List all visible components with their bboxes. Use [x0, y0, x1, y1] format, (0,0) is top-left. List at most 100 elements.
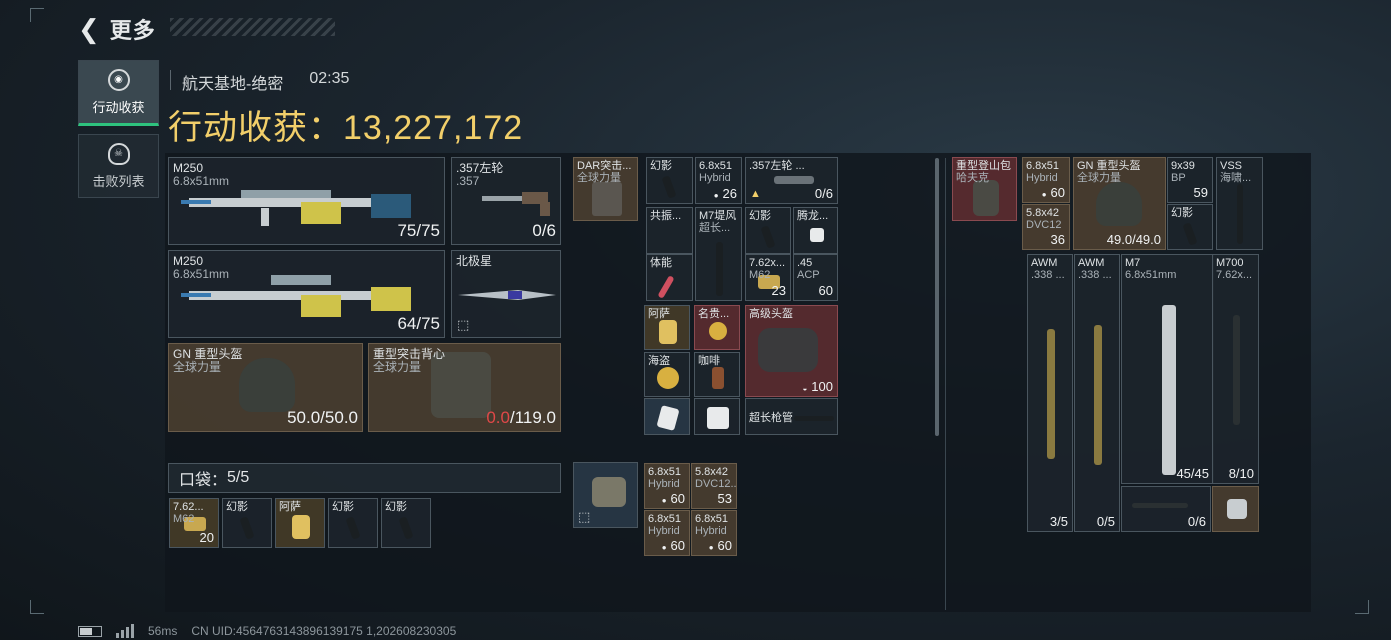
rifle-slot[interactable]: M700 7.62x... 8/10	[1212, 254, 1259, 484]
durability-max: /119.0	[509, 408, 556, 427]
item-name: 6.8x51	[1026, 160, 1060, 172]
secondary-weapon[interactable]: .357左轮 .357 0/6	[451, 157, 561, 245]
bag-item[interactable]: 高级头盔 ◒ 100	[745, 305, 838, 397]
lower-item[interactable]: 6.8x51 Hybrid ● 60	[644, 463, 690, 509]
chest-item[interactable]: 7.62x... M62 23	[745, 254, 791, 301]
skull-icon: ☠	[107, 142, 130, 165]
weapon-caliber: 6.8x51mm	[173, 174, 230, 188]
item-sub: 6.8x51mm	[1125, 269, 1177, 281]
pocket-item[interactable]: 7.62... M62 20	[169, 498, 219, 548]
item-brand: 全球力量	[1077, 172, 1121, 184]
container-slot[interactable]: ⬚	[573, 462, 638, 528]
coffee-icon	[712, 367, 724, 389]
backpack-icon	[973, 180, 999, 216]
item-sub: .338 ...	[1078, 269, 1112, 281]
helmet-slot[interactable]: GN 重型头盔 全球力量 50.0/50.0	[168, 343, 363, 432]
helmet-icon	[1096, 182, 1142, 226]
m700-rifle-icon	[1233, 315, 1240, 425]
item-name: GN 重型头盔	[173, 347, 243, 361]
total-gain: 行动收获：13,227,172	[168, 100, 523, 149]
backpack-slot[interactable]: 重型登山包 哈夫克	[952, 157, 1017, 221]
durability: 50.0/50.0	[287, 408, 358, 427]
case-icon	[592, 477, 626, 507]
backpack-item[interactable]: 5.8x42 DVC12 36	[1022, 204, 1070, 250]
bag-item[interactable]: 名贵...	[694, 305, 740, 350]
durability-current: 0.0	[486, 408, 510, 427]
helmet-icon	[239, 358, 295, 412]
backpack-item[interactable]: 幻影	[1167, 204, 1213, 250]
item-sub: BP	[1171, 172, 1186, 184]
item-sub: M62	[749, 269, 771, 281]
durability: 49.0/49.0	[1106, 232, 1161, 247]
chest-item[interactable]: .45 ACP 60	[793, 254, 838, 301]
chest-item[interactable]: 腾龙...	[793, 207, 838, 254]
chest-item[interactable]: 共振...	[646, 207, 693, 254]
item-brand: 全球力量	[173, 360, 222, 374]
item-name: 重型登山包	[956, 160, 1011, 172]
rifle-part[interactable]	[1212, 486, 1259, 532]
durability: 0.0/119.0	[486, 408, 556, 428]
pocket-item[interactable]: 幻影	[328, 498, 378, 548]
chest-rig-slot[interactable]: DAR突击... 全球力量	[573, 157, 638, 221]
item-name: 腾龙...	[797, 210, 829, 222]
bag-item[interactable]: 咖啡	[694, 352, 740, 397]
mag-icon	[398, 516, 414, 540]
item-name: 共振...	[650, 210, 682, 222]
part-icon	[1227, 499, 1247, 519]
top-bar: ❮ 更多	[78, 14, 156, 44]
bag-item[interactable]: 超长枪管	[745, 398, 838, 435]
primary-weapon-1[interactable]: M250 6.8x51mm 75/75	[168, 157, 445, 245]
ping-value: 56ms	[148, 624, 178, 638]
item-count: 36	[1050, 232, 1065, 247]
item-name: 海盗	[648, 355, 670, 367]
gain-value: 13,227,172	[343, 109, 524, 147]
item-name: 6.8x51	[648, 466, 682, 478]
backpack-item[interactable]: VSS 海啸...	[1216, 157, 1263, 250]
item-name: GN 重型头盔	[1077, 160, 1141, 172]
armor-slot[interactable]: 重型突击背心 全球力量 0.0/119.0	[368, 343, 561, 432]
rig-icon	[592, 182, 622, 216]
primary-weapon-2[interactable]: M250 6.8x51mm 64/75	[168, 250, 445, 338]
backpack-item[interactable]: 6.8x51 Hybrid ● 60	[1022, 157, 1070, 203]
chest-item[interactable]: 幻影	[646, 157, 693, 204]
bag-item[interactable]	[644, 398, 690, 435]
tab-loot[interactable]: ◉ 行动收获	[78, 60, 159, 126]
trophy-icon	[292, 515, 310, 539]
scrollbar[interactable]	[935, 158, 939, 436]
rifle-slot[interactable]: AWM .338 ... 3/5	[1027, 254, 1073, 532]
item-sub: .338 ...	[1031, 269, 1065, 281]
item-name: 阿萨	[279, 501, 301, 513]
loot-icon: ◉	[107, 68, 130, 91]
bag-item[interactable]: 海盗	[644, 352, 690, 397]
awm-rifle-icon	[1094, 325, 1102, 465]
item-count: ● 60	[661, 538, 685, 553]
chest-item[interactable]: M7堤风 超长...	[695, 207, 742, 301]
pocket-item[interactable]: 阿萨	[275, 498, 325, 548]
chest-item[interactable]: 6.8x51 Hybrid ● 26	[695, 157, 742, 204]
chest-item[interactable]: .357左轮 ... ▲ 0/6	[745, 157, 838, 204]
melee-weapon[interactable]: 北极星 ⬚	[451, 250, 561, 338]
pocket-item[interactable]: 幻影	[381, 498, 431, 548]
item-count: ◒ 100	[802, 379, 833, 394]
lower-item[interactable]: 6.8x51 Hybrid ● 60	[691, 510, 737, 556]
backpack-item[interactable]: 9x39 BP 59	[1167, 157, 1213, 203]
lower-item[interactable]: 5.8x42 DVC12... 53	[691, 463, 737, 509]
pocket-item[interactable]: 幻影	[222, 498, 272, 548]
helmet-case-icon	[758, 328, 818, 372]
backpack-item[interactable]: GN 重型头盔 全球力量 49.0/49.0	[1073, 157, 1166, 250]
ammo-count: 8/10	[1228, 466, 1254, 481]
m7-rifle-icon	[1162, 305, 1176, 475]
chest-item[interactable]: 体能	[646, 254, 693, 301]
rifle-slot[interactable]: AWM .338 ... 0/5	[1074, 254, 1120, 532]
rifle-slot[interactable]: M7 6.8x51mm 45/45	[1121, 254, 1214, 484]
bag-item[interactable]	[694, 398, 740, 435]
lower-item[interactable]: 6.8x51 Hybrid ● 60	[644, 510, 690, 556]
tab-kills[interactable]: ☠ 击败列表	[78, 134, 159, 198]
rifle-slot[interactable]: 0/6	[1121, 486, 1211, 532]
bag-item[interactable]: 阿萨	[644, 305, 690, 350]
ammo-count: 0/6	[532, 221, 556, 240]
item-sub: 7.62x...	[1216, 269, 1253, 281]
chest-item[interactable]: 幻影	[745, 207, 791, 254]
item-name: 幻影	[749, 210, 771, 222]
back-arrow-icon[interactable]: ❮	[78, 14, 100, 45]
